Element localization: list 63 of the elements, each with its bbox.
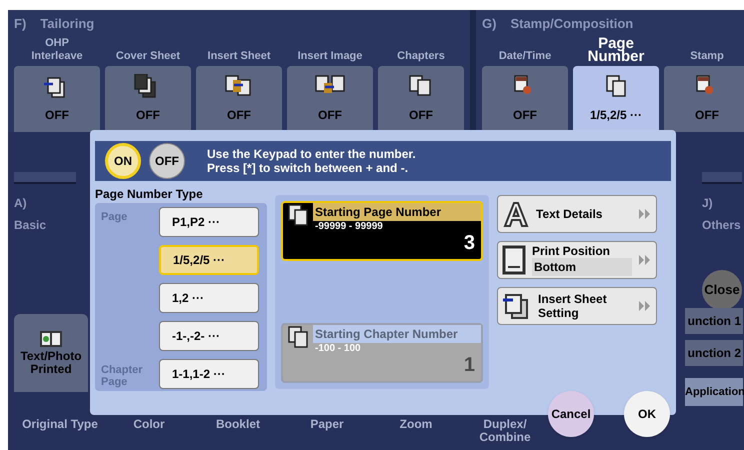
toggle-button[interactable]: ON xyxy=(105,143,141,179)
tab-letter: A) xyxy=(14,195,28,212)
function-label: Stamp xyxy=(690,49,724,64)
original-type-button[interactable]: Text/Photo Printed xyxy=(14,314,88,392)
group-label: Chapter Page xyxy=(101,363,144,388)
field-range: -100 - 100 xyxy=(314,343,362,354)
setting-button[interactable]: Insert Sheet Setting xyxy=(497,287,657,325)
double-arrow-icon xyxy=(638,301,652,311)
bottom-tab[interactable]: Color xyxy=(111,418,187,444)
bottom-tab[interactable]: Booklet xyxy=(200,418,276,444)
double-arrow-icon xyxy=(638,209,652,219)
type-option[interactable]: 1-1,1-2 ··· xyxy=(159,359,259,389)
close-button[interactable]: Close xyxy=(702,270,742,310)
field-label: Starting Chapter Number xyxy=(313,325,481,343)
function-key[interactable]: unction 1 xyxy=(685,308,743,334)
field-range: -99999 - 99999 xyxy=(314,221,384,232)
book-icon xyxy=(39,330,63,348)
tab-letter: J) xyxy=(702,195,714,212)
tab-strip xyxy=(702,172,742,184)
field-label: Starting Page Number xyxy=(313,203,481,221)
setting-button[interactable]: Print Position Bottom xyxy=(497,241,657,279)
field-value: 1 xyxy=(462,354,476,376)
group-label: Page xyxy=(101,210,128,223)
type-option[interactable]: P1,P2 ··· xyxy=(159,207,259,237)
function-button[interactable]: OFF xyxy=(287,66,373,132)
tab-label: Basic xyxy=(14,217,48,234)
section-letter: G) xyxy=(482,15,496,30)
bottom-tab[interactable]: Paper xyxy=(289,418,365,444)
type-option[interactable]: 1,2 ··· xyxy=(159,283,259,313)
function-button[interactable]: OFF xyxy=(664,66,744,132)
section-title: Tailoring xyxy=(40,15,94,30)
letter-icon xyxy=(502,200,530,228)
function-label: Insert Image xyxy=(298,49,362,64)
bottom-tab[interactable]: Original Type xyxy=(22,418,98,444)
bottom-tab[interactable]: Zoom xyxy=(378,418,454,444)
tab-label: Others xyxy=(702,217,742,234)
section-title: Stamp/Composition xyxy=(510,15,634,30)
setting-button[interactable]: Text Details xyxy=(497,195,657,233)
function-button[interactable]: OFF xyxy=(105,66,191,132)
number-field[interactable]: Starting Page Number -99999 - 99999 3 xyxy=(281,201,483,261)
function-label: Insert Sheet xyxy=(208,49,270,64)
function-label: Cover Sheet xyxy=(116,49,180,64)
function-key[interactable]: unction 2 xyxy=(685,340,743,366)
section-letter: F) xyxy=(14,15,26,30)
function-button[interactable]: OFF xyxy=(14,66,100,132)
toggle-button[interactable]: OFF xyxy=(149,143,185,179)
function-label: OHP Interleave xyxy=(31,36,83,64)
function-button[interactable]: 1/5,2/5 ··· xyxy=(573,66,659,132)
function-label: Chapters xyxy=(397,49,445,64)
type-option[interactable]: 1/5,2/5 ··· xyxy=(159,245,259,275)
function-button[interactable]: OFF xyxy=(196,66,282,132)
instruction-message: Use the Keypad to enter the number. Press [*] to switch between + and -. xyxy=(207,147,416,175)
function-label: Date/Time xyxy=(498,49,552,64)
function-label: Page Number xyxy=(586,34,646,66)
tab-strip xyxy=(14,172,76,184)
page-icon xyxy=(502,245,526,275)
field-value: 3 xyxy=(462,232,476,254)
type-option[interactable]: -1-,-2- ··· xyxy=(159,321,259,351)
panel-title: Page Number Type xyxy=(95,186,204,203)
function-button[interactable]: OFF xyxy=(378,66,464,132)
function-button[interactable]: OFF xyxy=(482,66,568,132)
bottom-tab[interactable]: Duplex/ Combine xyxy=(467,418,543,444)
double-arrow-icon xyxy=(638,255,652,265)
